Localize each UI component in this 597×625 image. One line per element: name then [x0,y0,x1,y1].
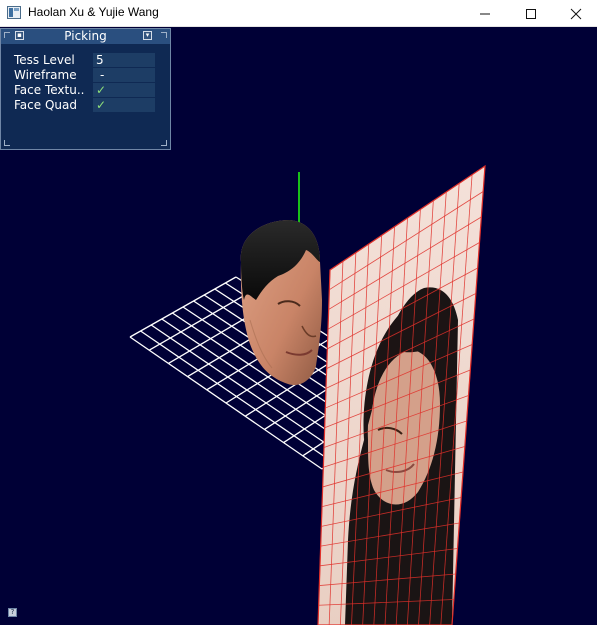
maximize-button[interactable] [508,0,554,27]
tess-level-value: 5 [96,53,104,67]
picking-tweakbar[interactable]: ▪ Picking ▾ Tess Level 5 Wireframe - Fac… [0,28,171,150]
chevron-down-icon: ▾ [145,31,150,39]
close-icon [570,8,582,19]
minimize-icon [480,13,490,14]
help-icon: ? [10,608,15,616]
wireframe-toggle[interactable]: - [93,68,155,82]
title-bar: Haolan Xu & Yujie Wang [0,0,597,27]
face-quad-label: Face Quad [14,98,77,112]
tess-level-value-box[interactable]: 5 [93,53,155,67]
minimize-button[interactable] [462,0,508,27]
help-button[interactable]: ? [8,608,17,617]
tweakbar-collapse-button[interactable]: ▾ [143,31,152,40]
tess-level-label: Tess Level [14,53,75,67]
resize-corner-bl[interactable] [4,140,10,146]
face-mesh[interactable] [240,220,322,386]
wireframe-label: Wireframe [14,68,77,82]
tess-level-row[interactable]: Tess Level 5 [13,53,156,67]
face-texture-row[interactable]: Face Textu.. ✓ [13,83,156,97]
maximize-icon [526,8,536,19]
face-quad-row[interactable]: Face Quad ✓ [13,98,156,112]
face-quad-check-icon: ✓ [96,98,107,112]
wireframe-value: - [100,68,105,82]
face-quad-toggle[interactable]: ✓ [93,98,155,112]
textured-quad[interactable] [317,164,486,625]
resize-corner-tl[interactable] [4,32,10,38]
window-title: Haolan Xu & Yujie Wang [28,5,159,19]
face-texture-toggle[interactable]: ✓ [93,83,155,97]
resize-corner-tr[interactable] [161,32,167,38]
wireframe-row[interactable]: Wireframe - [13,68,156,82]
close-button[interactable] [553,0,597,27]
tweakbar-header[interactable]: ▪ Picking ▾ [1,29,170,44]
face-texture-check-icon: ✓ [96,83,107,97]
app-window-icon[interactable] [7,6,21,19]
resize-corner-br[interactable] [161,140,167,146]
face-texture-label: Face Textu.. [14,83,85,97]
